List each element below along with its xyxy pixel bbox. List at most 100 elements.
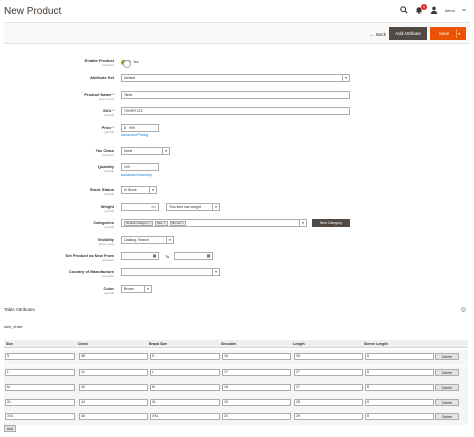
column-header: Brand Size	[149, 342, 168, 346]
length-cell[interactable]: 26	[294, 353, 363, 360]
shoulder-cell[interactable]: 19	[222, 399, 291, 406]
attribute-set-select[interactable]: Default ▾	[121, 74, 350, 82]
quantity-input[interactable]: 100	[121, 163, 159, 171]
size-cell[interactable]: XL	[5, 399, 75, 406]
user-name[interactable]: demo	[445, 8, 455, 13]
quantity-scope: [global]	[104, 169, 114, 173]
stock-status-select[interactable]: In Stock ▾	[121, 186, 157, 194]
enable-product-scope: [website]	[102, 63, 114, 67]
categories-scope: [global]	[104, 225, 114, 229]
save-button[interactable]: Save ▼	[430, 27, 466, 40]
stock-status-scope: [global]	[104, 192, 114, 196]
advanced-pricing-link[interactable]: Advanced Pricing	[121, 133, 148, 137]
chest-cell[interactable]: 46	[79, 413, 148, 420]
category-tag[interactable]: Men ×	[155, 221, 168, 226]
size-cell[interactable]: L	[5, 369, 75, 376]
weight-scope: [global]	[104, 209, 114, 213]
shoulder-cell[interactable]: 20	[222, 413, 291, 420]
category-tag[interactable]: Women ×	[169, 221, 187, 226]
sleeve-length-cell[interactable]: 8	[365, 369, 434, 376]
search-icon[interactable]	[400, 6, 409, 15]
size-cell[interactable]: XXL	[5, 413, 75, 420]
enable-product-value: Yes	[133, 60, 139, 64]
chevron-down-icon: ▾	[144, 286, 151, 292]
chevron-down-icon: ▾	[162, 148, 169, 154]
sleeve-length-cell[interactable]: 8	[365, 353, 434, 360]
category-tag[interactable]: Default Category ×	[124, 221, 154, 226]
delete-row-button[interactable]: Delete	[435, 413, 459, 420]
weight-input[interactable]: lbs	[121, 203, 159, 211]
chevron-down-icon: ▾	[149, 187, 156, 193]
new-category-button[interactable]: New Category	[312, 219, 350, 227]
shoulder-cell[interactable]: 17	[222, 369, 291, 376]
sleeve-length-cell[interactable]: 8	[365, 413, 434, 420]
enable-product-toggle[interactable]	[121, 59, 131, 68]
page-actions-bar: ← Back Add Attribute Save ▼	[4, 22, 470, 44]
brand-size-cell[interactable]: XL	[150, 399, 220, 406]
sku-input[interactable]: TSHIRT123	[121, 107, 350, 115]
size-chart-header: Size Chest Brand Size Shoulder Length Sl…	[4, 340, 468, 348]
sku-scope: [global]	[104, 113, 114, 117]
add-row-button[interactable]: Add	[4, 425, 16, 432]
column-header: Shoulder	[221, 342, 237, 346]
help-icon[interactable]: ?	[461, 307, 466, 312]
user-icon[interactable]	[430, 6, 439, 15]
delete-row-button[interactable]: Delete	[435, 353, 459, 360]
visibility-select[interactable]: Catalog, Search ▾	[121, 236, 174, 244]
arrow-left-icon: ←	[369, 31, 374, 37]
chest-cell[interactable]: 38	[79, 353, 148, 360]
chevron-down-icon[interactable]: ▼	[458, 32, 461, 36]
shoulder-cell[interactable]: 18	[222, 384, 291, 391]
new-to-date-input[interactable]: ▦	[174, 252, 213, 260]
chevron-down-icon: ▾	[212, 204, 219, 210]
notification-badge: 9	[420, 3, 427, 10]
product-name-input[interactable]: Tshirt	[121, 91, 350, 99]
delete-row-button[interactable]: Delete	[435, 399, 459, 406]
length-cell[interactable]: 27	[294, 384, 363, 391]
chevron-down-icon: ▾	[212, 269, 219, 275]
categories-multiselect[interactable]: Default Category × Men × Women × ▾	[121, 219, 307, 227]
price-value: 999	[129, 126, 135, 130]
brand-size-cell[interactable]: S	[150, 353, 220, 360]
calendar-icon[interactable]: ▦	[205, 253, 212, 259]
column-header: Length	[293, 342, 305, 346]
brand-size-cell[interactable]: M	[150, 384, 220, 391]
add-attribute-button[interactable]: Add Attribute	[389, 27, 427, 40]
sleeve-length-cell[interactable]: 8	[365, 399, 434, 406]
bell-icon[interactable]: 9	[415, 3, 427, 15]
table-row: M 43 M 18 27 8 Delete	[4, 381, 468, 396]
sleeve-length-cell[interactable]: 8	[365, 384, 434, 391]
delete-row-button[interactable]: Delete	[435, 369, 459, 376]
calendar-icon[interactable]: ▦	[151, 253, 158, 259]
advanced-inventory-link[interactable]: Advanced Inventory	[121, 173, 152, 177]
back-button[interactable]: ← Back	[369, 29, 386, 39]
chevron-down-icon: ▾	[299, 220, 306, 226]
visibility-value: Catalog, Search	[124, 238, 150, 242]
length-cell[interactable]: 28	[294, 399, 363, 406]
brand-size-cell[interactable]: L	[150, 369, 220, 376]
country-select[interactable]: ▾	[121, 268, 220, 276]
color-value: Brown	[124, 287, 134, 291]
country-scope: [website]	[102, 274, 114, 278]
chest-cell[interactable]: 41	[79, 369, 148, 376]
price-scope: [global]	[104, 130, 114, 134]
new-from-date-input[interactable]: ▦	[121, 252, 159, 260]
size-chart-title: size_chart	[4, 324, 23, 329]
header-icons: 9 demo	[400, 3, 466, 15]
length-cell[interactable]: 27	[294, 369, 363, 376]
length-cell[interactable]: 29	[294, 413, 363, 420]
color-select[interactable]: Brown ▾	[121, 285, 152, 293]
chevron-down-icon[interactable]	[461, 6, 466, 15]
product-name-scope: [store view]	[98, 97, 114, 101]
chest-cell[interactable]: 43	[79, 384, 148, 391]
shoulder-cell[interactable]: 16	[222, 353, 291, 360]
delete-row-button[interactable]: Delete	[435, 384, 459, 391]
brand-size-cell[interactable]: XXL	[150, 413, 220, 420]
size-cell[interactable]: M	[5, 384, 75, 391]
chest-cell[interactable]: 44	[79, 399, 148, 406]
back-label: Back	[375, 31, 386, 37]
size-cell[interactable]: S	[5, 353, 75, 360]
weight-type-select[interactable]: This item has weight ▾	[166, 203, 220, 211]
price-input[interactable]: $ 999	[121, 124, 159, 132]
tax-class-select[interactable]: None ▾	[121, 147, 170, 155]
